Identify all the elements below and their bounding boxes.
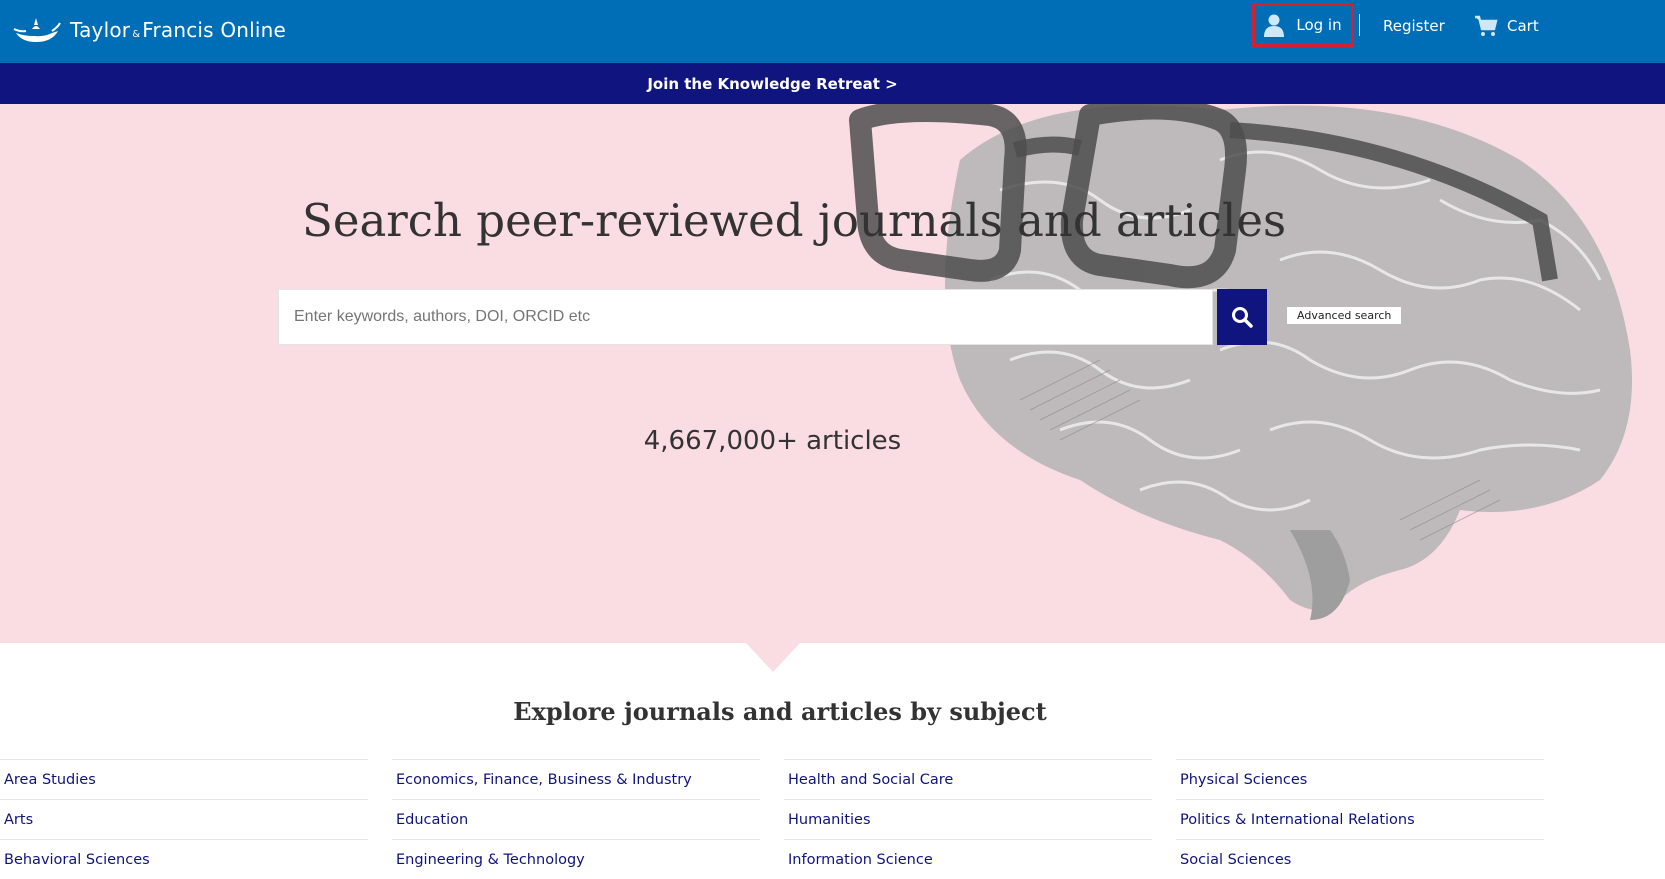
subject-link-health-social-care[interactable]: Health and Social Care	[784, 759, 1152, 799]
hero-section: Search peer-reviewed journals and articl…	[0, 104, 1665, 643]
user-icon	[1264, 14, 1285, 37]
site-logo[interactable]: Taylor & Francis Online	[12, 8, 286, 52]
cart-label: Cart	[1507, 17, 1539, 35]
subject-column-1: Area Studies Arts Behavioral Sciences	[0, 759, 368, 879]
subject-link-behavioral-sciences[interactable]: Behavioral Sciences	[0, 839, 368, 879]
logo-text: Taylor & Francis Online	[70, 18, 287, 42]
search-icon	[1232, 307, 1253, 328]
subject-column-3: Health and Social Care Humanities Inform…	[784, 759, 1152, 879]
promo-banner-text[interactable]: Join the Knowledge Retreat >	[647, 75, 897, 93]
promo-banner[interactable]: Join the Knowledge Retreat >	[0, 63, 1665, 104]
hero-notch	[745, 642, 801, 672]
subjects-title: Explore journals and articles by subject	[513, 697, 1047, 726]
subject-link-area-studies[interactable]: Area Studies	[0, 759, 368, 799]
search-button[interactable]	[1217, 289, 1267, 345]
subject-link-politics-international-relations[interactable]: Politics & International Relations	[1176, 799, 1544, 839]
search-input[interactable]	[278, 289, 1213, 345]
subject-link-physical-sciences[interactable]: Physical Sciences	[1176, 759, 1544, 799]
subject-link-humanities[interactable]: Humanities	[784, 799, 1152, 839]
hero-title: Search peer-reviewed journals and articl…	[302, 194, 1287, 247]
subject-link-social-sciences[interactable]: Social Sciences	[1176, 839, 1544, 879]
subject-column-4: Physical Sciences Politics & Internation…	[1176, 759, 1544, 879]
article-count: 4,667,000+ articles	[643, 426, 902, 456]
brain-with-glasses-illustration	[849, 104, 1632, 620]
subject-column-2: Economics, Finance, Business & Industry …	[392, 759, 760, 879]
cart-link[interactable]: Cart	[1474, 14, 1539, 38]
subject-link-education[interactable]: Education	[392, 799, 760, 839]
login-label: Log in	[1296, 16, 1342, 34]
advanced-search-link[interactable]: Advanced search	[1287, 307, 1402, 324]
subject-link-arts[interactable]: Arts	[0, 799, 368, 839]
cart-icon	[1475, 15, 1498, 36]
register-link[interactable]: Register	[1383, 17, 1445, 35]
subject-link-engineering-technology[interactable]: Engineering & Technology	[392, 839, 760, 879]
subject-link-economics-finance[interactable]: Economics, Finance, Business & Industry	[392, 759, 760, 799]
subject-link-information-science[interactable]: Information Science	[784, 839, 1152, 879]
header-divider	[1359, 14, 1360, 36]
login-button[interactable]: Log in	[1252, 3, 1354, 47]
lamp-logo-icon	[13, 18, 61, 42]
site-header: Taylor & Francis Online Log in Register Ca…	[0, 0, 1665, 63]
